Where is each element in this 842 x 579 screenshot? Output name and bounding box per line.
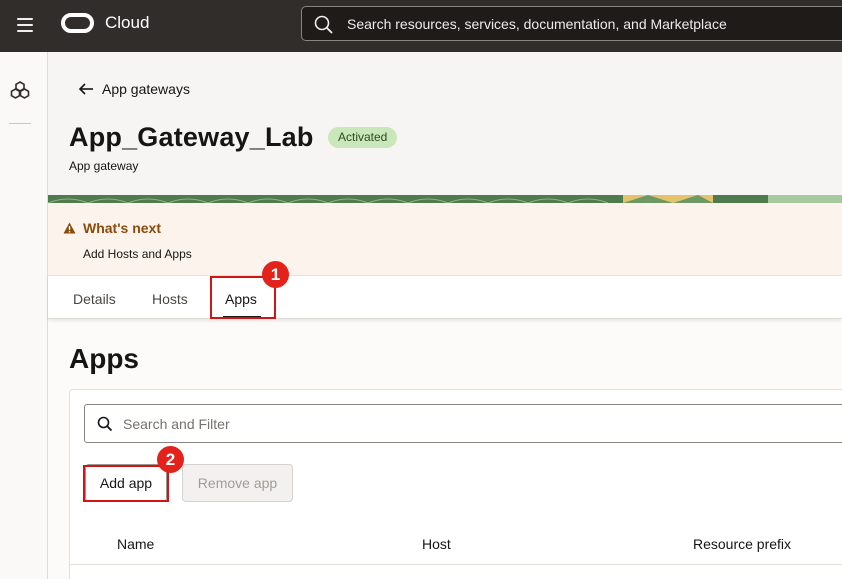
status-badge: Activated [328, 127, 398, 148]
back-to-app-gateways-link[interactable]: App gateways [78, 81, 190, 97]
section-title: Apps [69, 343, 139, 374]
back-link-label: App gateways [102, 81, 190, 97]
column-header-resource-prefix[interactable]: Resource prefix [693, 536, 791, 552]
search-icon [97, 416, 113, 432]
arrow-left-icon [78, 83, 93, 95]
page-subtitle: App gateway [69, 159, 139, 173]
top-navigation-bar: Cloud Search resources, services, docume… [0, 0, 842, 52]
rail-divider [9, 123, 31, 124]
oracle-logo-icon[interactable] [61, 13, 94, 33]
search-icon [314, 15, 333, 34]
services-cluster-icon[interactable] [10, 80, 30, 100]
whats-next-panel: What's next Add Hosts and Apps [48, 203, 842, 275]
filter-placeholder: Search and Filter [123, 416, 230, 432]
hamburger-menu-icon[interactable] [15, 15, 35, 35]
remove-app-button: Remove app [182, 464, 293, 502]
tab-bar: Details Hosts Apps [48, 275, 842, 319]
left-rail [0, 52, 48, 579]
add-app-highlight [83, 465, 169, 502]
search-filter-input[interactable]: Search and Filter [84, 404, 842, 443]
column-header-name[interactable]: Name [117, 536, 154, 552]
whats-next-title: What's next [83, 220, 162, 236]
tab-details[interactable]: Details [73, 291, 116, 307]
whats-next-text: Add Hosts and Apps [83, 247, 192, 261]
brand-label[interactable]: Cloud [105, 13, 149, 33]
warning-icon [63, 222, 76, 234]
column-header-host[interactable]: Host [422, 536, 451, 552]
table-header-divider [70, 564, 842, 565]
search-placeholder: Search resources, services, documentatio… [347, 16, 727, 32]
step-marker-1: 1 [262, 261, 289, 288]
global-search-input[interactable]: Search resources, services, documentatio… [301, 6, 842, 41]
step-marker-2: 2 [157, 446, 184, 473]
tab-hosts[interactable]: Hosts [152, 291, 188, 307]
page-header: App gateways App_Gateway_Lab Activated A… [48, 52, 842, 197]
decorative-banner [48, 195, 842, 203]
page-title: App_Gateway_Lab [69, 122, 314, 152]
